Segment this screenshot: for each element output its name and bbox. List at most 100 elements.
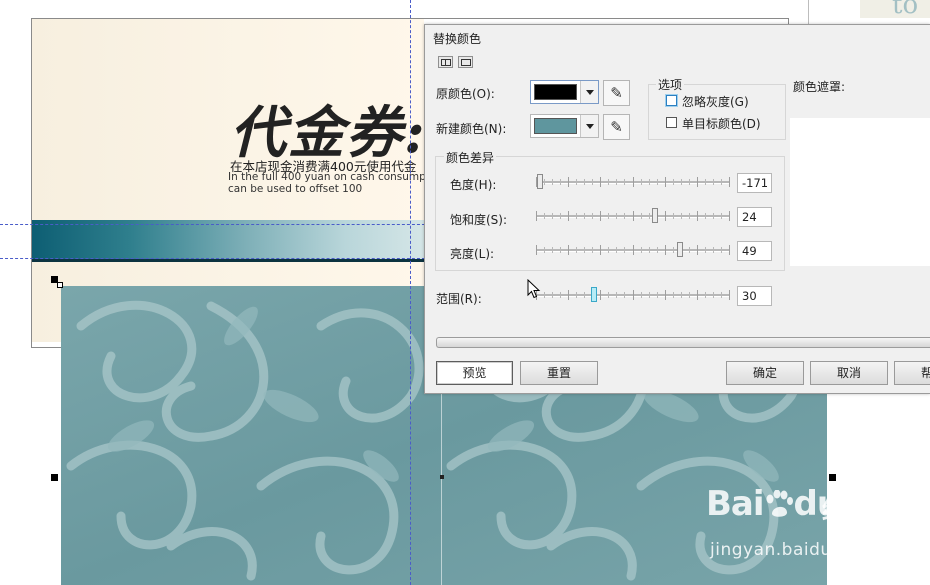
guide-line-vertical[interactable] bbox=[410, 0, 411, 585]
split-preview-icon[interactable] bbox=[438, 56, 453, 68]
slider-tick bbox=[705, 247, 706, 253]
slider-thumb[interactable] bbox=[537, 174, 543, 189]
slider-tick bbox=[649, 292, 650, 298]
saturation-value-field[interactable]: 24 bbox=[737, 207, 772, 227]
slider-tick bbox=[584, 213, 585, 219]
new-color-swatch bbox=[534, 118, 577, 134]
watermark-text: 经验 bbox=[822, 496, 875, 526]
slider-tick bbox=[608, 213, 609, 219]
slider-tick bbox=[600, 177, 601, 187]
slider-tick bbox=[624, 213, 625, 219]
slider-tick bbox=[665, 290, 666, 300]
slider-tick bbox=[721, 213, 722, 219]
slider-tick bbox=[592, 213, 593, 219]
mouse-cursor-icon bbox=[527, 279, 541, 299]
slider-thumb[interactable] bbox=[591, 287, 597, 302]
single-target-checkbox[interactable] bbox=[666, 117, 677, 128]
single-target-label[interactable]: 单目标颜色(D) bbox=[682, 115, 761, 132]
selection-handle[interactable] bbox=[51, 474, 58, 481]
slider-tick bbox=[552, 292, 553, 298]
hue-slider[interactable] bbox=[536, 174, 730, 189]
ignore-gray-label[interactable]: 忽略灰度(G) bbox=[682, 93, 749, 110]
slider-tick bbox=[649, 247, 650, 253]
color-difference-title: 颜色差异 bbox=[444, 149, 497, 166]
slider-tick bbox=[713, 292, 714, 298]
slider-tick bbox=[713, 213, 714, 219]
slider-tick bbox=[536, 245, 537, 255]
slider-tick bbox=[641, 213, 642, 219]
slider-tick bbox=[721, 292, 722, 298]
ok-button[interactable]: 确定 bbox=[726, 361, 804, 385]
slider-tick bbox=[641, 179, 642, 185]
ignore-gray-checkbox[interactable] bbox=[665, 94, 678, 107]
original-color-picker[interactable] bbox=[530, 80, 599, 104]
original-eyedropper-button[interactable]: ✎ bbox=[603, 80, 630, 106]
color-mask-preview bbox=[790, 118, 930, 266]
slider-tick bbox=[616, 213, 617, 219]
slider-tick bbox=[560, 179, 561, 185]
range-value-field[interactable]: 30 bbox=[737, 286, 772, 306]
slider-tick bbox=[552, 179, 553, 185]
slider-tick bbox=[568, 245, 569, 255]
slider-tick bbox=[689, 247, 690, 253]
slider-tick bbox=[584, 247, 585, 253]
slider-tick bbox=[624, 292, 625, 298]
slider-tick bbox=[576, 179, 577, 185]
range-slider[interactable] bbox=[536, 287, 730, 302]
slider-tick bbox=[552, 213, 553, 219]
dialog-title: 替换颜色 bbox=[433, 32, 482, 46]
help-button[interactable]: 帮助 bbox=[894, 361, 930, 385]
single-preview-icon[interactable] bbox=[458, 56, 473, 68]
new-color-label: 新建颜色(N): bbox=[436, 122, 507, 136]
slider-tick bbox=[729, 245, 730, 255]
slider-tick bbox=[608, 247, 609, 253]
progress-bar bbox=[436, 337, 930, 348]
chevron-down-icon[interactable] bbox=[580, 81, 598, 103]
slider-tick bbox=[649, 179, 650, 185]
slider-thumb[interactable] bbox=[652, 208, 658, 223]
slider-tick bbox=[608, 179, 609, 185]
selection-handle-small[interactable] bbox=[57, 282, 63, 288]
slider-tick bbox=[681, 179, 682, 185]
slider-thumb[interactable] bbox=[677, 242, 683, 257]
guide-line-horizontal[interactable] bbox=[0, 224, 430, 225]
slider-tick bbox=[673, 179, 674, 185]
slider-tick bbox=[536, 211, 537, 221]
hue-value-field[interactable]: -171 bbox=[737, 173, 772, 193]
reset-button[interactable]: 重置 bbox=[520, 361, 598, 385]
slider-tick bbox=[689, 179, 690, 185]
slider-tick bbox=[584, 179, 585, 185]
guide-line-horizontal[interactable] bbox=[0, 258, 430, 259]
watermark-logo-text: Bai bbox=[706, 484, 765, 524]
slider-tick bbox=[673, 292, 674, 298]
slider-tick bbox=[697, 177, 698, 187]
new-color-picker[interactable] bbox=[530, 114, 599, 138]
replace-color-dialog[interactable]: 替换颜色 原颜色(O): ✎ 新建颜色(N): ✎ 选项 忽略灰度(G) 单目标… bbox=[424, 24, 930, 394]
slider-tick bbox=[560, 213, 561, 219]
new-eyedropper-button[interactable]: ✎ bbox=[603, 114, 630, 140]
slider-tick bbox=[705, 179, 706, 185]
preview-button[interactable]: 预览 bbox=[436, 361, 513, 385]
lightness-value-field[interactable]: 49 bbox=[737, 241, 772, 261]
slider-tick bbox=[616, 179, 617, 185]
background-text-fragment: to bbox=[860, 0, 930, 18]
chevron-down-icon[interactable] bbox=[580, 115, 598, 137]
cancel-button[interactable]: 取消 bbox=[810, 361, 888, 385]
slider-tick bbox=[649, 213, 650, 219]
slider-tick bbox=[673, 213, 674, 219]
hue-label: 色度(H): bbox=[450, 178, 497, 192]
slider-tick bbox=[705, 292, 706, 298]
baidu-jingyan-watermark: Bai du 经验 jingyan.baidu.com bbox=[706, 484, 930, 574]
eyedropper-icon: ✎ bbox=[610, 84, 623, 102]
lightness-slider[interactable] bbox=[536, 242, 730, 257]
selection-handle[interactable] bbox=[829, 474, 836, 481]
original-color-swatch bbox=[534, 84, 577, 100]
slider-tick bbox=[729, 211, 730, 221]
slider-tick bbox=[560, 292, 561, 298]
watermark-logo: Bai du bbox=[706, 484, 841, 524]
slider-tick bbox=[641, 247, 642, 253]
slider-tick bbox=[633, 177, 634, 187]
slider-tick bbox=[705, 213, 706, 219]
saturation-slider[interactable] bbox=[536, 208, 730, 223]
slider-tick bbox=[729, 290, 730, 300]
